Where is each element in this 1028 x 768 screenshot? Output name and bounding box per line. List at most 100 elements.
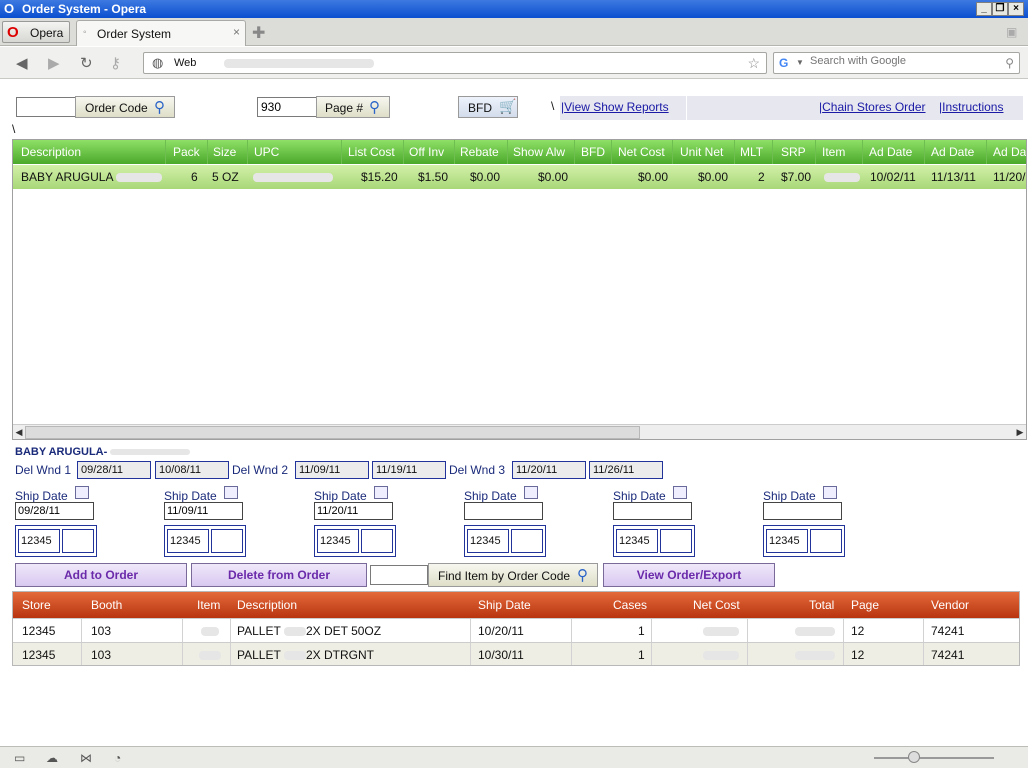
view-show-reports-link[interactable]: |View Show Reports — [561, 100, 669, 114]
grid-col-list-cost[interactable]: List Cost — [348, 145, 395, 159]
grid-col-ad-date-3[interactable]: Ad Dat — [993, 145, 1026, 159]
search-box[interactable]: G ▼ ⚲ — [773, 52, 1020, 74]
qty-input-5[interactable] — [660, 529, 692, 553]
ship-date-input-6[interactable] — [763, 502, 842, 520]
bookmark-star-icon[interactable]: ☆ — [747, 55, 760, 72]
reload-icon[interactable]: ↻ — [80, 54, 93, 72]
qty-input-1[interactable] — [62, 529, 94, 553]
ship-date-input-5[interactable] — [613, 502, 692, 520]
speed-dial-icon[interactable]: ◔ — [114, 751, 121, 765]
order-col-ship-date[interactable]: Ship Date — [478, 598, 531, 612]
view-order-export-button[interactable]: View Order/Export — [603, 563, 775, 587]
scroll-right-icon[interactable]: ▶ — [1014, 426, 1026, 439]
grid-col-size[interactable]: Size — [213, 145, 236, 159]
tab-order-system[interactable]: ◦ Order System × — [76, 20, 246, 46]
grid-col-srp[interactable]: SRP — [781, 145, 806, 159]
order-col-page[interactable]: Page — [851, 598, 879, 612]
grid-col-ad-date-1[interactable]: Ad Date — [869, 145, 912, 159]
zoom-slider-track[interactable] — [874, 757, 994, 759]
forward-icon[interactable]: ▶ — [48, 54, 60, 72]
store-input-1[interactable]: 12345 — [18, 529, 60, 553]
order-col-booth[interactable]: Booth — [91, 598, 122, 612]
back-icon[interactable]: ◀ — [16, 54, 28, 72]
close-tab-icon[interactable]: × — [233, 25, 240, 39]
add-to-order-button[interactable]: Add to Order — [15, 563, 187, 587]
new-tab-icon[interactable]: ✚ — [252, 23, 265, 43]
close-button[interactable]: × — [1008, 2, 1024, 16]
delete-from-order-button[interactable]: Delete from Order — [191, 563, 367, 587]
instructions-link[interactable]: |Instructions — [939, 100, 1003, 114]
grid-col-item[interactable]: Item — [822, 145, 845, 159]
store-input-4[interactable]: 12345 — [467, 529, 509, 553]
grid-row-selected[interactable]: BABY ARUGULA 6 5 OZ $15.20 $1.50 $0.00 $… — [13, 165, 1026, 189]
grid-col-bfd[interactable]: BFD — [581, 145, 605, 159]
calendar-icon[interactable] — [673, 486, 687, 499]
order-col-vendor[interactable]: Vendor — [931, 598, 969, 612]
scroll-left-icon[interactable]: ◀ — [13, 426, 25, 439]
store-input-6[interactable]: 12345 — [766, 529, 808, 553]
order-col-item[interactable]: Item — [197, 598, 220, 612]
grid-col-off-inv[interactable]: Off Inv — [409, 145, 444, 159]
order-col-description[interactable]: Description — [237, 598, 297, 612]
chevron-down-icon[interactable]: ▼ — [796, 58, 804, 67]
minimize-button[interactable]: _ — [976, 2, 992, 16]
maximize-button[interactable]: ❐ — [992, 2, 1008, 16]
calendar-icon[interactable] — [224, 486, 238, 499]
zoom-slider-handle[interactable] — [908, 751, 920, 763]
grid-horizontal-scrollbar[interactable]: ◀ ▶ — [13, 424, 1026, 439]
page-number-input[interactable] — [257, 97, 317, 117]
ship-date-input-3[interactable] — [314, 502, 393, 520]
grid-col-net-cost[interactable]: Net Cost — [618, 145, 665, 159]
qty-input-2[interactable] — [211, 529, 243, 553]
store-input-5[interactable]: 12345 — [616, 529, 658, 553]
order-col-net-cost[interactable]: Net Cost — [693, 598, 740, 612]
order-col-cases[interactable]: Cases — [613, 598, 647, 612]
qty-input-4[interactable] — [511, 529, 543, 553]
order-col-store[interactable]: Store — [22, 598, 51, 612]
order-code-button[interactable]: Order Code ⚲ — [75, 96, 175, 118]
trash-icon[interactable]: ▣ — [1006, 25, 1017, 39]
share-icon[interactable]: ⋈ — [80, 751, 92, 765]
order-row[interactable]: 12345 103 PALLET 2X DTRGNT 10/30/11 1 12… — [13, 642, 1019, 665]
calendar-icon[interactable] — [374, 486, 388, 499]
grid-col-show-alw[interactable]: Show Alw — [513, 145, 565, 159]
selected-item-title-text: BABY ARUGULA- — [15, 446, 108, 458]
key-icon[interactable]: ⚷ — [110, 54, 121, 72]
find-order-code-input[interactable] — [370, 565, 428, 585]
grid-col-rebate[interactable]: Rebate — [460, 145, 499, 159]
address-bar[interactable]: ◍ Web ☆ — [143, 52, 767, 74]
bfd-button[interactable]: BFD 🛒 — [458, 96, 518, 118]
scrollbar-thumb[interactable] — [25, 426, 640, 439]
grid-col-unit-net[interactable]: Unit Net — [680, 145, 723, 159]
cloud-icon[interactable]: ☁ — [46, 751, 58, 765]
ship-date-input-4[interactable] — [464, 502, 543, 520]
calendar-icon[interactable] — [823, 486, 837, 499]
search-icon[interactable]: ⚲ — [1005, 56, 1014, 70]
del-window-1-label: Del Wnd 1 — [15, 463, 72, 477]
ship-date-input-2[interactable] — [164, 502, 243, 520]
window-titlebar: O Order System - Opera _ ❐ × — [0, 0, 1028, 18]
grid-col-upc[interactable]: UPC — [254, 145, 279, 159]
qty-input-6[interactable] — [810, 529, 842, 553]
store-input-2[interactable]: 12345 — [167, 529, 209, 553]
chain-stores-order-link[interactable]: |Chain Stores Order — [819, 100, 926, 114]
qty-input-3[interactable] — [361, 529, 393, 553]
search-input[interactable] — [810, 55, 1000, 67]
ship-date-label-6: Ship Date — [763, 489, 816, 503]
page-number-button[interactable]: Page # ⚲ — [316, 96, 390, 118]
order-col-total[interactable]: Total — [809, 598, 834, 612]
grid-col-description[interactable]: Description — [21, 145, 81, 159]
find-item-button[interactable]: Find Item by Order Code ⚲ — [428, 563, 598, 587]
order-code-input[interactable] — [16, 97, 76, 117]
order-row[interactable]: 12345 103 PALLET 2X DET 50OZ 10/20/11 1 … — [13, 618, 1019, 643]
grid-col-mlt[interactable]: MLT — [740, 145, 763, 159]
opera-menu-button[interactable]: O Opera — [2, 21, 70, 43]
ship-date-input-1[interactable] — [15, 502, 94, 520]
panel-toggle-icon[interactable]: ▭ — [14, 751, 25, 765]
calendar-icon[interactable] — [75, 486, 89, 499]
store-input-3[interactable]: 12345 — [317, 529, 359, 553]
grid-col-pack[interactable]: Pack — [173, 145, 200, 159]
grid-col-ad-date-2[interactable]: Ad Date — [931, 145, 974, 159]
order-cell-total — [795, 648, 835, 662]
calendar-icon[interactable] — [524, 486, 538, 499]
